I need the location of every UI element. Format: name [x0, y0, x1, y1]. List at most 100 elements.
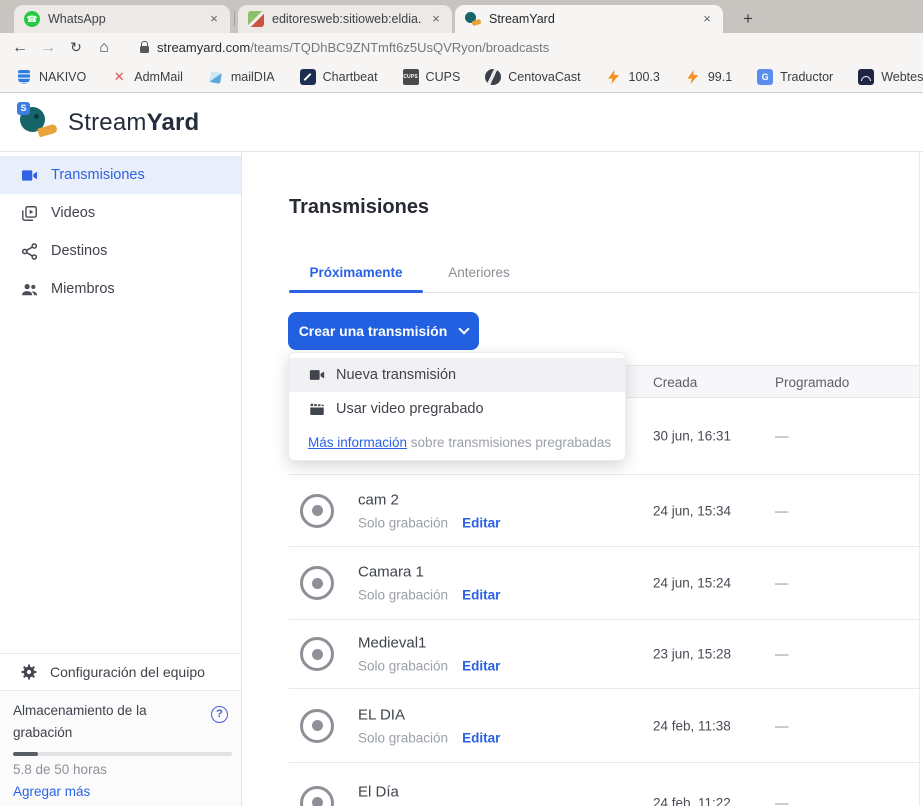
sidebar-item-transmisiones[interactable]: Transmisiones [0, 156, 241, 194]
storage-progress-bar [13, 752, 232, 756]
bookmarks-bar: NAKIVO AdmMail mailDIA Chartbeat CUPS Ce… [0, 62, 923, 93]
home-icon[interactable] [90, 39, 118, 57]
camera-icon [308, 366, 326, 384]
share-icon [20, 242, 39, 261]
url-path: /teams/TQDhBC9ZNTmft6z5UsQVRyon/broadcas… [250, 40, 549, 55]
bookmark-nakivo[interactable]: NAKIVO [16, 69, 86, 85]
url-domain: streamyard.com [157, 40, 250, 55]
page-icon [248, 11, 264, 27]
sidebar-item-videos[interactable]: Videos [0, 194, 241, 232]
duck-icon: S [18, 104, 58, 142]
blue-cube-icon [208, 69, 224, 85]
active-tab-underline [289, 290, 423, 293]
chart-icon [300, 69, 316, 85]
streamyard-favicon [465, 11, 481, 27]
table-row[interactable]: Medieval1 Solo grabaciónEditar 23 jun, 1… [289, 620, 919, 689]
scroll-edge [919, 152, 923, 806]
nakivo-shield-icon [16, 69, 32, 85]
tab-title: editoresweb:sitioweb:eldia.co [272, 12, 422, 26]
bookmark-99-1[interactable]: 99.1 [685, 69, 732, 85]
browser-window: WhatsApp editoresweb:sitioweb:eldia.co S… [0, 0, 923, 806]
globe-icon [485, 69, 501, 85]
storage-progress-fill [13, 752, 38, 756]
tab-proximamente[interactable]: Próximamente [289, 265, 423, 280]
close-icon[interactable] [428, 11, 444, 27]
menu-item-usar-video-pregrabado[interactable]: Usar video pregrabado [289, 392, 625, 426]
table-row[interactable]: EL DIA Solo grabaciónEditar 24 feb, 11:3… [289, 689, 919, 763]
browser-tab-streamyard[interactable]: StreamYard [455, 5, 723, 33]
record-icon [300, 709, 334, 743]
whatsapp-icon [24, 11, 40, 27]
create-broadcast-menu: Nueva transmisión Usar video pregrabado … [288, 352, 626, 461]
tab-anteriores[interactable]: Anteriores [439, 265, 519, 280]
broadcast-title: Camara 1 [358, 564, 500, 581]
table-row[interactable]: El Día Solo grabaciónEditar 24 feb, 11:2… [289, 763, 919, 806]
reload-icon[interactable] [62, 39, 90, 57]
bookmark-100-3[interactable]: 100.3 [606, 69, 660, 85]
new-tab-button[interactable] [737, 8, 759, 30]
red-cross-icon [111, 69, 127, 85]
gear-icon [20, 663, 38, 681]
streamyard-logo[interactable]: S StreamYard [18, 104, 199, 142]
bolt-icon [685, 69, 701, 85]
tab-title: StreamYard [489, 12, 693, 26]
sidebar: Transmisiones Videos Destinos Miembros C… [0, 152, 242, 806]
broadcast-subtitle: Solo grabación [358, 730, 448, 745]
edit-link[interactable]: Editar [462, 515, 500, 530]
create-broadcast-button[interactable]: Crear una transmisión [288, 312, 479, 350]
menu-footer: Más información sobre transmisiones preg… [308, 435, 611, 450]
video-camera-icon [20, 166, 39, 185]
help-icon[interactable] [211, 706, 228, 723]
members-icon [20, 280, 39, 299]
mas-informacion-link[interactable]: Más información [308, 435, 407, 450]
page-title: Transmisiones [289, 196, 429, 219]
storage-title: Almacenamiento de la grabación [13, 700, 183, 744]
chevron-down-icon [459, 323, 470, 334]
bolt-icon [606, 69, 622, 85]
clapperboard-icon [308, 400, 326, 418]
bookmark-maildia[interactable]: mailDIA [208, 69, 275, 85]
bookmark-chartbeat[interactable]: Chartbeat [300, 69, 378, 85]
broadcast-title: El Día [358, 783, 500, 800]
column-header-programado: Programado [775, 375, 849, 390]
bookmark-admmail[interactable]: AdmMail [111, 69, 183, 85]
bookmark-centovacast[interactable]: CentovaCast [485, 69, 580, 85]
browser-tab-strip: WhatsApp editoresweb:sitioweb:eldia.co S… [0, 0, 923, 33]
sidebar-item-miembros[interactable]: Miembros [0, 270, 241, 308]
sidebar-item-team-settings[interactable]: Configuración del equipo [0, 653, 241, 691]
gauge-icon [858, 69, 874, 85]
translate-icon [757, 69, 773, 85]
broadcast-subtitle: Solo grabación [358, 588, 448, 603]
storage-panel: Almacenamiento de la grabación 5.8 de 50… [0, 692, 241, 806]
edit-link[interactable]: Editar [462, 730, 500, 745]
record-icon [300, 786, 334, 806]
videos-icon [20, 204, 39, 223]
add-more-link[interactable]: Agregar más [13, 784, 90, 799]
browser-tab-whatsapp[interactable]: WhatsApp [14, 5, 230, 33]
forward-icon[interactable] [34, 39, 62, 57]
main-content: Transmisiones Próximamente Anteriores Cr… [242, 152, 923, 806]
bookmark-cups[interactable]: CUPS [403, 69, 461, 85]
table-row[interactable]: Camara 1 Solo grabaciónEditar 24 jun, 15… [289, 547, 919, 620]
record-icon [300, 494, 334, 528]
sidebar-item-destinos[interactable]: Destinos [0, 232, 241, 270]
broadcast-subtitle: Solo grabación [358, 515, 448, 530]
browser-toolbar: streamyard.com/teams/TQDhBC9ZNTmft6z5UsQ… [0, 33, 923, 62]
close-icon[interactable] [699, 11, 715, 27]
edit-link[interactable]: Editar [462, 659, 500, 674]
broadcast-title: cam 2 [358, 491, 500, 508]
column-header-creada: Creada [653, 375, 697, 390]
menu-item-nueva-transmision[interactable]: Nueva transmisión [289, 358, 625, 392]
browser-tab-editoresweb[interactable]: editoresweb:sitioweb:eldia.co [238, 5, 452, 33]
back-icon[interactable] [6, 39, 34, 57]
edit-link[interactable]: Editar [462, 588, 500, 603]
bookmark-webtest[interactable]: Webtest [858, 69, 923, 85]
close-icon[interactable] [206, 11, 222, 27]
table-row[interactable]: cam 2 Solo grabaciónEditar 24 jun, 15:34… [289, 475, 919, 547]
brand-wordmark: StreamYard [68, 109, 199, 137]
broadcast-subtitle: Solo grabación [358, 659, 448, 674]
storage-usage: 5.8 de 50 horas [13, 762, 107, 777]
tab-title: WhatsApp [48, 12, 200, 26]
address-bar[interactable]: streamyard.com/teams/TQDhBC9ZNTmft6z5UsQ… [157, 40, 549, 55]
bookmark-traductor[interactable]: Traductor [757, 69, 833, 85]
